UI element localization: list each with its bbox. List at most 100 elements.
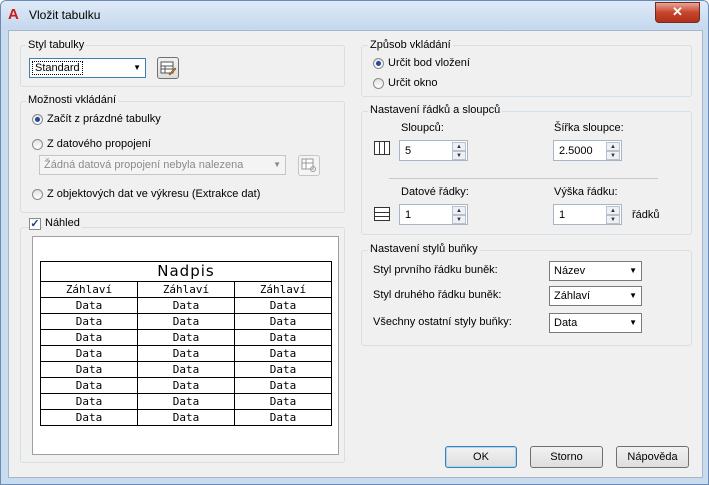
table-edit-icon bbox=[160, 61, 177, 76]
help-button[interactable]: Nápověda bbox=[616, 446, 689, 468]
row-height-value: 1 bbox=[559, 209, 566, 221]
preview-title-cell: Nadpis bbox=[40, 261, 332, 282]
preview-data-cell: Data bbox=[40, 345, 138, 362]
cell-styles-label: Nastavení stylů buňky bbox=[368, 243, 480, 255]
first-row-style-label: Styl prvního řádku buněk: bbox=[373, 264, 498, 276]
chevron-down-icon: ▼ bbox=[629, 266, 637, 275]
preview-data-row: Data Data Data bbox=[40, 313, 332, 330]
insertion-label: Způsob vkládání bbox=[368, 39, 453, 51]
window-title: Vložit tabulku bbox=[29, 8, 101, 22]
preview-checkbox[interactable]: ✓ bbox=[29, 218, 41, 230]
spin-down-icon[interactable]: ▼ bbox=[606, 151, 620, 160]
preview-data-cell: Data bbox=[137, 345, 235, 362]
autocad-logo-icon: A bbox=[8, 6, 19, 23]
data-rows-spinner[interactable]: 1 ▲ ▼ bbox=[399, 204, 468, 225]
data-link-manager-button[interactable] bbox=[298, 155, 320, 176]
table-preview: Nadpis Záhlaví Záhlaví Záhlaví Data Data D… bbox=[32, 236, 339, 455]
radio-insertion-point-label[interactable]: Určit bod vložení bbox=[388, 57, 470, 69]
preview-header-cell: Záhlaví bbox=[137, 281, 235, 298]
data-link-combo[interactable]: Žádná datová propojení nebyla nalezena ▼ bbox=[39, 155, 286, 175]
other-rows-style-label: Všechny ostatní styly buňky: bbox=[373, 316, 512, 328]
preview-data-cell: Data bbox=[234, 377, 332, 394]
preview-data-row: Data Data Data bbox=[40, 409, 332, 426]
preview-data-cell: Data bbox=[40, 393, 138, 410]
preview-data-row: Data Data Data bbox=[40, 377, 332, 394]
column-width-label: Šířka sloupce: bbox=[554, 122, 624, 134]
second-row-style-label: Styl druhého řádku buněk: bbox=[373, 289, 502, 301]
table-style-value: Standard bbox=[32, 61, 83, 75]
preview-data-cell: Data bbox=[137, 313, 235, 330]
spin-down-icon[interactable]: ▼ bbox=[452, 215, 466, 224]
preview-data-row: Data Data Data bbox=[40, 345, 332, 362]
data-rows-value: 1 bbox=[405, 209, 412, 221]
preview-data-cell: Data bbox=[137, 377, 235, 394]
first-row-style-value: Název bbox=[554, 265, 586, 277]
preview-data-cell: Data bbox=[234, 329, 332, 346]
chevron-down-icon: ▼ bbox=[629, 318, 637, 327]
chevron-down-icon: ▼ bbox=[133, 63, 141, 72]
preview-data-row: Data Data Data bbox=[40, 329, 332, 346]
preview-data-cell: Data bbox=[234, 313, 332, 330]
radio-extract-data[interactable] bbox=[32, 189, 43, 200]
data-link-icon bbox=[301, 158, 316, 172]
data-rows-label: Datové řádky: bbox=[401, 186, 469, 198]
table-style-combo[interactable]: Standard ▼ bbox=[29, 58, 146, 78]
preview-data-cell: Data bbox=[40, 297, 138, 314]
first-row-style-combo[interactable]: Název ▼ bbox=[549, 261, 642, 281]
spin-up-icon[interactable]: ▲ bbox=[606, 142, 620, 151]
row-height-spinner[interactable]: 1 ▲ ▼ bbox=[553, 204, 622, 225]
preview-table: Nadpis Záhlaví Záhlaví Záhlaví Data Data D… bbox=[40, 261, 332, 426]
title-bar[interactable]: A Vložit tabulku ✕ bbox=[1, 1, 708, 29]
radio-data-link[interactable] bbox=[32, 139, 43, 150]
second-row-style-value: Záhlaví bbox=[554, 290, 591, 302]
spin-down-icon[interactable]: ▼ bbox=[606, 215, 620, 224]
columns-icon bbox=[374, 141, 390, 155]
columns-label: Sloupců: bbox=[401, 122, 444, 134]
preview-data-cell: Data bbox=[137, 297, 235, 314]
table-style-dialog-button[interactable] bbox=[157, 57, 179, 79]
radio-extract-data-label[interactable]: Z objektových dat ve výkresu (Extrakce d… bbox=[47, 188, 260, 200]
close-button[interactable]: ✕ bbox=[655, 2, 700, 23]
spin-up-icon[interactable]: ▲ bbox=[606, 206, 620, 215]
spin-down-icon[interactable]: ▼ bbox=[452, 151, 466, 160]
radio-data-link-label[interactable]: Z datového propojení bbox=[47, 138, 151, 150]
spin-up-icon[interactable]: ▲ bbox=[452, 206, 466, 215]
radio-empty-table-label[interactable]: Začít z prázdné tabulky bbox=[47, 113, 161, 125]
preview-data-cell: Data bbox=[137, 409, 235, 426]
table-style-label: Styl tabulky bbox=[26, 39, 87, 51]
other-rows-style-combo[interactable]: Data ▼ bbox=[549, 313, 642, 333]
dialog-window: A Vložit tabulku ✕ Styl tabulky Standard… bbox=[0, 0, 709, 485]
rows-icon bbox=[374, 207, 390, 221]
preview-data-cell: Data bbox=[234, 409, 332, 426]
ok-button[interactable]: OK bbox=[445, 446, 517, 468]
preview-data-cell: Data bbox=[234, 345, 332, 362]
preview-data-row: Data Data Data bbox=[40, 393, 332, 410]
preview-data-row: Data Data Data bbox=[40, 297, 332, 314]
chevron-down-icon: ▼ bbox=[629, 291, 637, 300]
insert-options-label: Možnosti vkládání bbox=[26, 94, 119, 106]
cancel-button[interactable]: Storno bbox=[530, 446, 603, 468]
spin-up-icon[interactable]: ▲ bbox=[452, 142, 466, 151]
preview-data-cell: Data bbox=[137, 393, 235, 410]
insertion-group bbox=[361, 45, 692, 97]
other-rows-style-value: Data bbox=[554, 317, 578, 329]
radio-window-label[interactable]: Určit okno bbox=[388, 77, 438, 89]
row-height-unit: řádků bbox=[632, 209, 660, 221]
preview-data-cell: Data bbox=[234, 393, 332, 410]
second-row-style-combo[interactable]: Záhlaví ▼ bbox=[549, 286, 642, 306]
columns-value: 5 bbox=[405, 145, 412, 157]
radio-window[interactable] bbox=[373, 78, 384, 89]
chevron-down-icon: ▼ bbox=[273, 160, 281, 169]
preview-data-cell: Data bbox=[40, 409, 138, 426]
radio-insertion-point[interactable] bbox=[373, 58, 384, 69]
preview-label[interactable]: Náhled bbox=[43, 217, 82, 229]
preview-header-cell: Záhlaví bbox=[40, 281, 138, 298]
column-width-spinner[interactable]: 2.5000 ▲ ▼ bbox=[553, 140, 622, 161]
preview-data-cell: Data bbox=[40, 329, 138, 346]
columns-spinner[interactable]: 5 ▲ ▼ bbox=[399, 140, 468, 161]
preview-data-cell: Data bbox=[40, 377, 138, 394]
preview-data-cell: Data bbox=[234, 361, 332, 378]
preview-data-cell: Data bbox=[137, 361, 235, 378]
rows-columns-label: Nastavení řádků a sloupců bbox=[368, 104, 503, 116]
radio-empty-table[interactable] bbox=[32, 114, 43, 125]
